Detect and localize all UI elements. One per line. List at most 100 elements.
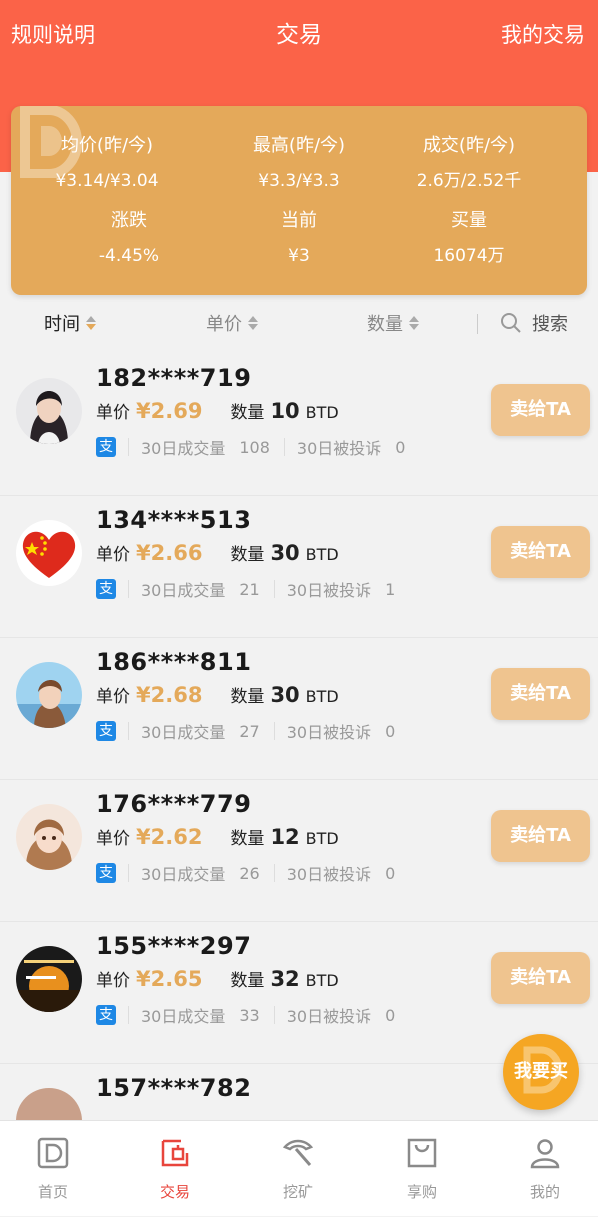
quantity-unit: BTD xyxy=(305,403,339,422)
meta-line: 支 30日成交量 27 30日被投诉 0 xyxy=(96,720,409,742)
quantity-value: 10 xyxy=(270,399,300,423)
stat-label: 涨跌 xyxy=(111,210,147,231)
avatar[interactable] xyxy=(16,662,82,728)
stat-value: 2.6万/2.52千 xyxy=(416,171,522,191)
list-item: 155****297 单价 ¥2.65 数量 32 BTD 支 30日成交量 3… xyxy=(0,922,598,1064)
my-trades-link[interactable]: 我的交易 xyxy=(501,20,585,50)
seller-phone: 157****782 xyxy=(96,1074,252,1102)
alipay-icon: 支 xyxy=(96,579,116,599)
divider xyxy=(128,722,129,740)
price-label: 单价 xyxy=(96,403,130,423)
seller-phone: 176****779 xyxy=(96,790,252,818)
stat-value: 16074万 xyxy=(433,246,505,266)
volume-value: 33 xyxy=(239,1005,260,1025)
avatar-image xyxy=(16,520,82,586)
avatar[interactable] xyxy=(16,946,82,1012)
stat-label: 均价(昨/今) xyxy=(60,135,154,156)
market-stats-card: 均价(昨/今) ¥3.14/¥3.04 最高(昨/今) ¥3.3/¥3.3 成交… xyxy=(11,106,587,295)
tab-trade[interactable]: 交易 xyxy=(115,1121,235,1217)
avatar-image xyxy=(16,1088,82,1120)
stat-avg-price: 均价(昨/今) ¥3.14/¥3.04 xyxy=(11,134,203,193)
complaints-value: 0 xyxy=(395,437,406,457)
quantity-label: 数量 xyxy=(230,687,265,707)
divider xyxy=(283,438,285,456)
stat-value: -4.45% xyxy=(98,246,160,266)
quantity-value: 12 xyxy=(270,825,300,849)
pickaxe-icon xyxy=(282,1139,314,1166)
quantity-label: 数量 xyxy=(230,545,265,565)
complaints-label: 30日被投诉 xyxy=(286,865,372,884)
tab-shop[interactable]: 享购 xyxy=(362,1121,482,1217)
list-item: 134****513 单价 ¥2.66 数量 30 BTD 支 30日成交量 2… xyxy=(0,496,598,638)
sort-by-price[interactable]: 单价 xyxy=(206,310,258,336)
avatar-image xyxy=(16,662,82,728)
divider xyxy=(273,864,275,882)
price-line: 单价 ¥2.65 数量 32 BTD xyxy=(96,966,339,991)
price-label: 单价 xyxy=(96,971,130,991)
stat-label: 成交(昨/今) xyxy=(422,135,516,156)
search-icon xyxy=(501,313,521,333)
stat-high-price: 最高(昨/今) ¥3.3/¥3.3 xyxy=(203,134,395,193)
divider xyxy=(273,722,275,740)
sell-to-button[interactable]: 卖给TA xyxy=(491,952,590,1004)
bottom-tab-bar: 首页 交易 挖矿 享购 我的 xyxy=(0,1120,598,1216)
quantity-value: 30 xyxy=(270,683,300,707)
alipay-icon: 支 xyxy=(96,863,116,883)
complaints-label: 30日被投诉 xyxy=(286,1007,372,1026)
user-icon xyxy=(530,1139,560,1169)
avatar[interactable] xyxy=(16,1088,82,1120)
divider xyxy=(128,580,129,598)
sort-arrows-icon xyxy=(248,316,258,330)
stat-label: 当前 xyxy=(281,210,317,231)
stat-current: 当前 ¥3 xyxy=(203,209,395,268)
sort-label: 单价 xyxy=(206,314,242,335)
search-button[interactable]: 搜索 xyxy=(500,310,568,336)
quantity-unit: BTD xyxy=(305,829,339,848)
price-line: 单价 ¥2.68 数量 30 BTD xyxy=(96,682,339,707)
stat-buy-volume: 买量 16074万 xyxy=(373,209,565,268)
tab-label: 交易 xyxy=(159,1183,190,1201)
divider xyxy=(128,438,129,456)
search-label: 搜索 xyxy=(532,314,568,335)
avatar[interactable] xyxy=(16,378,82,444)
sort-by-quantity[interactable]: 数量 xyxy=(367,310,419,336)
seller-phone: 186****811 xyxy=(96,648,252,676)
price-line: 单价 ¥2.66 数量 30 BTD xyxy=(96,540,339,565)
page-title-text: 交易 xyxy=(276,22,322,48)
volume-label: 30日成交量 xyxy=(141,439,226,458)
sort-by-time[interactable]: 时间 xyxy=(44,310,96,336)
quantity-value: 32 xyxy=(270,967,300,991)
sort-label: 数量 xyxy=(367,314,403,335)
unit-price: ¥2.68 xyxy=(136,683,203,707)
price-label: 单价 xyxy=(96,545,130,565)
list-item: 176****779 单价 ¥2.62 数量 12 BTD 支 30日成交量 2… xyxy=(0,780,598,922)
stat-value: ¥3 xyxy=(288,246,310,266)
stat-label: 买量 xyxy=(451,210,487,231)
sell-to-button[interactable]: 卖给TA xyxy=(491,384,590,436)
sell-to-button[interactable]: 卖给TA xyxy=(491,668,590,720)
avatar[interactable] xyxy=(16,804,82,870)
volume-label: 30日成交量 xyxy=(141,581,226,600)
avatar-image xyxy=(16,804,82,870)
rules-link[interactable]: 规则说明 xyxy=(11,20,95,50)
shopping-bag-icon xyxy=(407,1138,437,1168)
tab-home[interactable]: 首页 xyxy=(0,1121,113,1217)
quantity-unit: BTD xyxy=(305,545,339,564)
sell-to-button[interactable]: 卖给TA xyxy=(491,526,590,578)
avatar[interactable] xyxy=(16,520,82,586)
sort-arrows-icon xyxy=(86,316,96,330)
quantity-value: 30 xyxy=(270,541,300,565)
unit-price: ¥2.62 xyxy=(136,825,203,849)
buy-fab-button[interactable]: 我要买 xyxy=(503,1034,579,1110)
unit-price: ¥2.66 xyxy=(136,541,203,565)
complaints-value: 0 xyxy=(385,1005,396,1025)
meta-line: 支 30日成交量 26 30日被投诉 0 xyxy=(96,862,409,884)
complaints-value: 0 xyxy=(385,863,396,883)
price-label: 单价 xyxy=(96,829,130,849)
alipay-icon: 支 xyxy=(96,437,116,457)
quantity-unit: BTD xyxy=(305,971,339,990)
tab-mining[interactable]: 挖矿 xyxy=(238,1121,358,1217)
tab-profile[interactable]: 我的 xyxy=(485,1121,598,1217)
sell-to-button[interactable]: 卖给TA xyxy=(491,810,590,862)
seller-phone: 134****513 xyxy=(96,506,252,534)
